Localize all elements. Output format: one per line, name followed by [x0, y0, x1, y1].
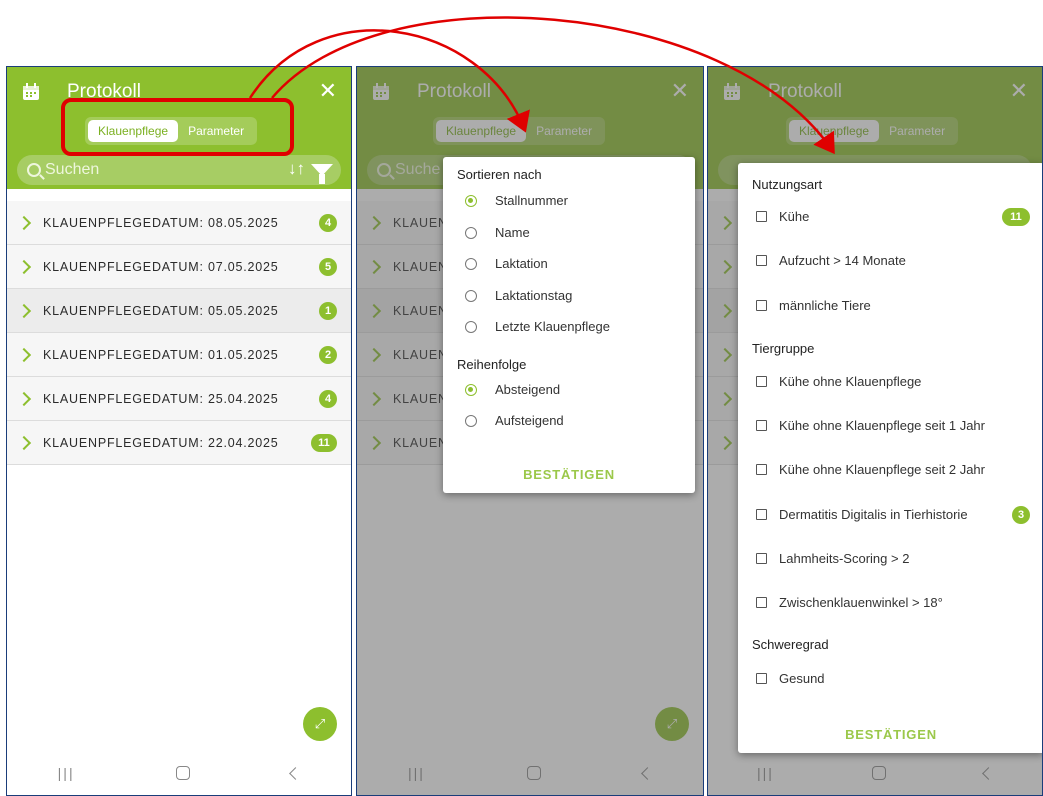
annotation-arrows [248, 16, 835, 155]
screenshot-collage: Protokoll ✕ Klauenpflege Parameter Suche… [0, 0, 1043, 796]
arrow-to-filter [271, 16, 835, 155]
